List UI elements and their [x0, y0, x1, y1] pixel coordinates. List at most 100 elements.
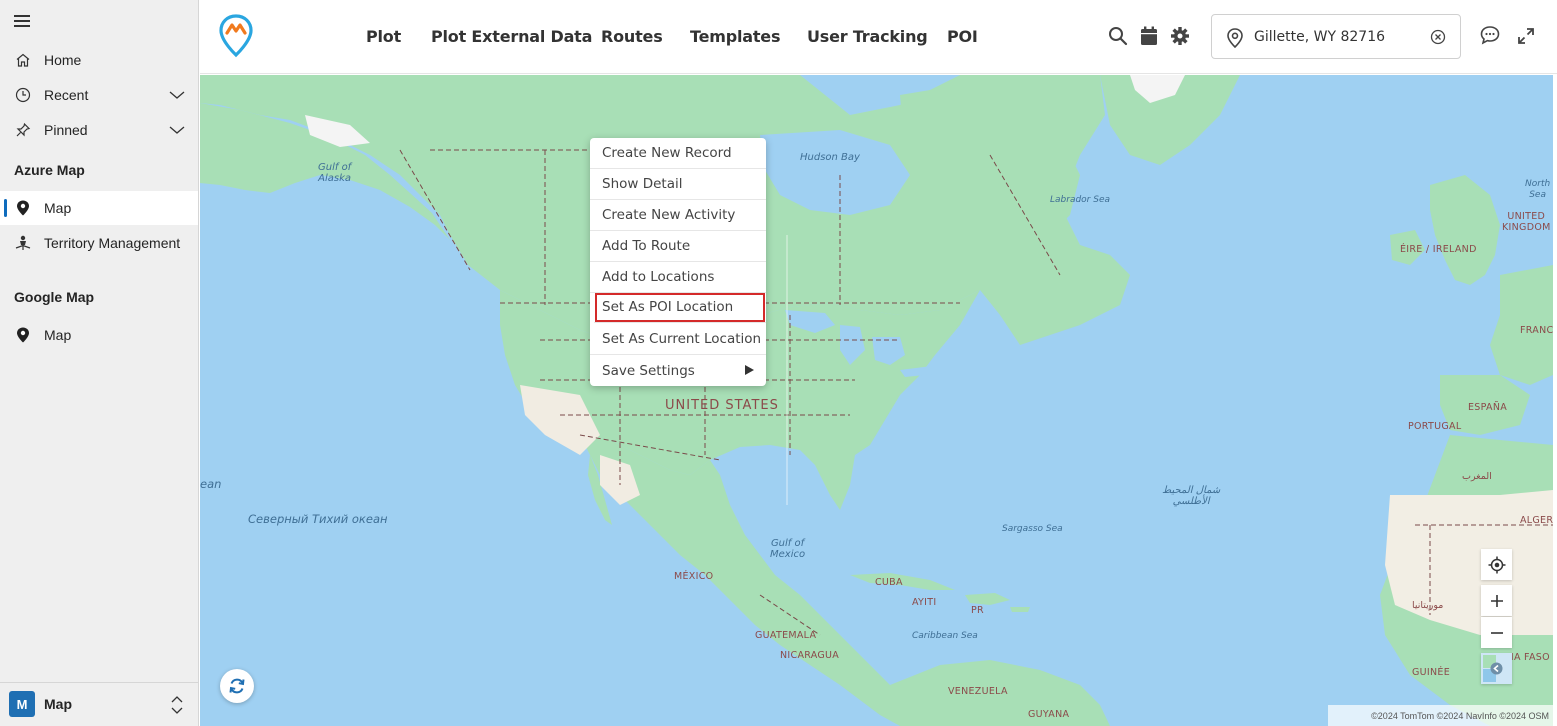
- tab-poi[interactable]: POI: [947, 27, 978, 46]
- zoom-out-button[interactable]: [1481, 617, 1512, 648]
- map-pin-icon: [14, 199, 32, 217]
- map-label-gulf-alaska: Gulf of Alaska: [318, 162, 352, 184]
- plus-icon: [1490, 594, 1503, 607]
- map-label-gulf-mexico: Gulf of Mexico: [770, 538, 806, 560]
- map-label-mauritania: موريتانيا: [1412, 600, 1444, 611]
- pin-icon: [14, 121, 32, 139]
- chevron-down-icon[interactable]: [168, 86, 186, 104]
- map-canvas[interactable]: Gulf of Alaska Hudson Bay Labrador Sea N…: [200, 75, 1553, 726]
- map-label-portugal: PORTUGAL: [1408, 421, 1462, 432]
- map-label-ayiti: AYITI: [912, 597, 937, 608]
- sidebar-item-home[interactable]: Home: [0, 43, 198, 77]
- map-label-pr: PR: [971, 605, 984, 616]
- map-label-north-sea: North Sea: [1525, 179, 1551, 200]
- menu-item-label: Set As POI Location: [602, 299, 734, 315]
- minus-icon: [1490, 631, 1503, 634]
- map-label-hudson-bay: Hudson Bay: [800, 152, 860, 163]
- menu-item-label: Show Detail: [602, 176, 683, 192]
- tab-user-tracking[interactable]: User Tracking: [807, 27, 928, 46]
- map-label-united-states: UNITED STATES: [665, 398, 779, 413]
- tab-plot[interactable]: Plot: [366, 27, 401, 46]
- map-style-button[interactable]: [1481, 653, 1512, 684]
- chevron-down-icon[interactable]: [168, 121, 186, 139]
- map-label-guatemala: GUATEMALA: [755, 630, 817, 641]
- map-label-guinee: GUINÉE: [1412, 667, 1451, 678]
- map-label-guyana: GUYANA: [1028, 709, 1070, 720]
- menu-item-set-as-current-location[interactable]: Set As Current Location: [590, 324, 766, 355]
- map-label-ireland: ÉIRE / IRELAND: [1400, 244, 1477, 255]
- map-label-espana: ESPAÑA: [1468, 402, 1508, 413]
- menu-item-create-new-activity[interactable]: Create New Activity: [590, 200, 766, 231]
- map-label-venezuela: VENEZUELA: [948, 686, 1008, 697]
- chevron-up-down-icon[interactable]: [170, 695, 184, 715]
- my-location-button[interactable]: [1481, 549, 1512, 580]
- map-label-morocco: المغرب: [1462, 471, 1492, 482]
- map-label-nicaragua: NICARAGUA: [780, 650, 840, 661]
- zoom-in-button[interactable]: [1481, 585, 1512, 616]
- menu-item-label: Add To Route: [602, 238, 691, 254]
- map-label-north-atlantic: شمال المحيط الأطلسي: [1162, 485, 1221, 507]
- menu-item-label: Create New Activity: [602, 207, 736, 223]
- location-search-box[interactable]: [1211, 14, 1461, 59]
- chat-icon[interactable]: [1480, 25, 1500, 45]
- home-icon: [14, 51, 32, 69]
- menu-item-label: Create New Record: [602, 145, 732, 161]
- menu-item-show-detail[interactable]: Show Detail: [590, 169, 766, 200]
- menu-item-label: Add to Locations: [602, 269, 715, 285]
- map-label-united-kingdom: UNITED KINGDOM: [1502, 211, 1551, 233]
- tab-plot-external-data[interactable]: Plot External Data: [431, 27, 592, 46]
- map-pin-icon: [14, 326, 32, 344]
- map-label-caribbean-sea: Caribbean Sea: [912, 631, 978, 641]
- sidebar-item-recent[interactable]: Recent: [0, 78, 198, 112]
- sidebar-item-pinned[interactable]: Pinned: [0, 113, 198, 147]
- map-attribution: ©2024 TomTom ©2024 NavInfo ©2024 OSM: [1328, 705, 1553, 726]
- sidebar: Home Recent Pinned Azure Map Map Territo…: [0, 0, 199, 726]
- sidebar-item-google-map[interactable]: Map: [0, 318, 198, 352]
- gear-icon[interactable]: [1170, 26, 1190, 46]
- clear-icon[interactable]: [1430, 29, 1446, 45]
- clock-icon: [14, 86, 32, 104]
- sidebar-item-label: Recent: [44, 87, 89, 103]
- territory-icon: [14, 234, 32, 252]
- section-title-google-map: Google Map: [14, 289, 95, 305]
- menu-item-label: Save Settings: [602, 362, 695, 379]
- refresh-button[interactable]: [220, 669, 254, 703]
- map-label-ocean-fragment: ean: [200, 477, 222, 491]
- area-badge: M: [9, 691, 35, 717]
- map-label-sargasso-sea: Sargasso Sea: [1002, 524, 1063, 534]
- map-basemap: [200, 75, 1553, 726]
- submenu-arrow-icon: [745, 365, 754, 375]
- location-pin-icon: [1226, 28, 1244, 49]
- crosshair-icon: [1488, 556, 1505, 573]
- tab-routes[interactable]: Routes: [601, 27, 663, 46]
- map-label-labrador-sea: Labrador Sea: [1050, 195, 1111, 205]
- sidebar-item-label: Map: [44, 200, 72, 216]
- search-icon[interactable]: [1108, 26, 1128, 46]
- location-input[interactable]: [1254, 25, 1424, 49]
- map-context-menu: Create New Record Show Detail Create New…: [590, 138, 766, 386]
- map-label-mexico: MÉXICO: [674, 571, 714, 582]
- app-header: Plot Plot External Data Routes Templates…: [200, 0, 1557, 74]
- map-style-icon: [1483, 655, 1503, 682]
- tab-templates[interactable]: Templates: [690, 27, 780, 46]
- menu-item-create-new-record[interactable]: Create New Record: [590, 138, 766, 169]
- menu-item-add-to-locations[interactable]: Add to Locations: [590, 262, 766, 293]
- hamburger-menu-icon[interactable]: [14, 15, 30, 27]
- refresh-icon: [229, 678, 245, 694]
- sidebar-item-azure-map[interactable]: Map: [0, 191, 198, 225]
- sidebar-item-territory-management[interactable]: Territory Management: [0, 226, 198, 260]
- menu-item-set-as-poi-location[interactable]: Set As POI Location: [594, 292, 766, 323]
- map-label-north-pacific: Северный Тихий океан: [248, 512, 388, 526]
- calendar-icon[interactable]: [1140, 26, 1160, 46]
- expand-icon[interactable]: [1517, 27, 1537, 47]
- menu-item-add-to-route[interactable]: Add To Route: [590, 231, 766, 262]
- sidebar-item-label: Home: [44, 52, 82, 68]
- map-label-algeria: ALGER: [1520, 515, 1553, 526]
- section-title-azure-map: Azure Map: [14, 162, 85, 178]
- menu-item-label: Set As Current Location: [602, 331, 762, 347]
- map-label-france: FRANC: [1520, 325, 1553, 336]
- menu-item-save-settings[interactable]: Save Settings: [590, 355, 766, 386]
- app-logo-icon: [218, 14, 254, 58]
- area-switcher[interactable]: M Map: [0, 682, 198, 726]
- sidebar-item-label: Pinned: [44, 122, 88, 138]
